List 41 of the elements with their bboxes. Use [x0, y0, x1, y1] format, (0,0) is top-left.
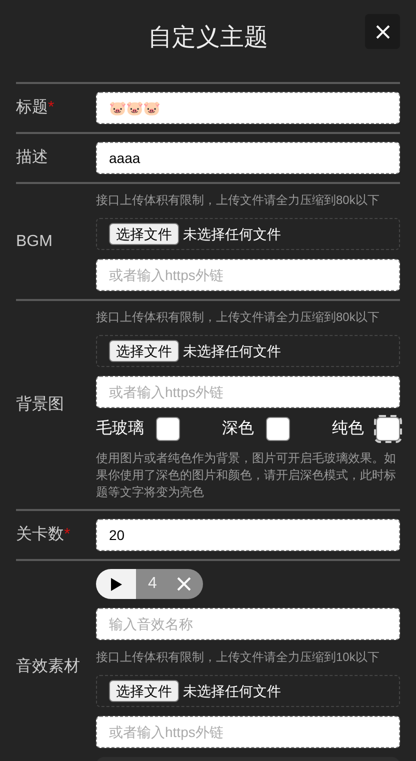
- input-field[interactable]: 20: [96, 519, 400, 551]
- required-mark: *: [64, 525, 70, 545]
- input-field[interactable]: 或者输入https外链: [96, 716, 400, 748]
- input-field[interactable]: 或者输入https外链: [96, 376, 400, 408]
- field-label: 关卡数: [16, 524, 64, 545]
- file-picker[interactable]: 选择文件 未选择任何文件: [96, 218, 400, 250]
- choose-file-button[interactable]: 选择文件: [109, 340, 179, 362]
- file-picker[interactable]: 选择文件 未选择任何文件: [96, 675, 400, 707]
- field-label: 标题: [16, 98, 48, 118]
- close-icon[interactable]: [176, 577, 191, 591]
- checkbox-label: 纯色: [332, 419, 364, 439]
- play-icon: [110, 578, 122, 590]
- file-status: 未选择任何文件: [183, 682, 281, 701]
- field-label: 音效素材: [16, 656, 80, 677]
- checkbox[interactable]: [266, 417, 290, 441]
- file-status: 未选择任何文件: [183, 342, 281, 361]
- choose-file-button[interactable]: 选择文件: [109, 680, 179, 702]
- field-label: 背景图: [16, 394, 64, 415]
- input-field[interactable]: aaaa: [96, 142, 400, 174]
- checkbox-label: 毛玻璃: [96, 418, 144, 439]
- input-field[interactable]: 输入音效名称: [96, 608, 400, 640]
- sound-name: 4: [148, 574, 157, 594]
- checkbox-label: 深色: [222, 419, 254, 439]
- file-picker[interactable]: 选择文件 未选择任何文件: [96, 335, 400, 367]
- close-icon: [376, 24, 390, 38]
- checkbox[interactable]: [156, 417, 180, 441]
- file-status: 未选择任何文件: [183, 225, 281, 244]
- hint-text: 接口上传体积有限制，上传文件请全力压缩到10k以下: [96, 649, 380, 666]
- choose-file-button[interactable]: 选择文件: [109, 223, 179, 245]
- play-button[interactable]: [96, 569, 136, 599]
- field-label: 描述: [16, 148, 48, 168]
- dialog-title: 自定义主题: [148, 23, 268, 53]
- hint-text: 接口上传体积有限制，上传文件请全力压缩到80k以下: [96, 192, 380, 209]
- hint-text: 使用图片或者纯色作为背景，图片可开启毛玻璃效果。如果你使用了深色的图片和颜色，请开启深色模式，此时标题等文字将变为亮色: [96, 450, 397, 501]
- field-label: BGM: [16, 232, 52, 252]
- input-field[interactable]: 或者输入https外链: [96, 259, 400, 291]
- hint-text: 接口上传体积有限制，上传文件请全力压缩到80k以下: [96, 309, 380, 326]
- required-mark: *: [48, 98, 54, 118]
- input-field[interactable]: 🐷🐷🐷: [96, 92, 400, 124]
- checkbox[interactable]: [376, 417, 400, 441]
- close-button[interactable]: [365, 14, 400, 49]
